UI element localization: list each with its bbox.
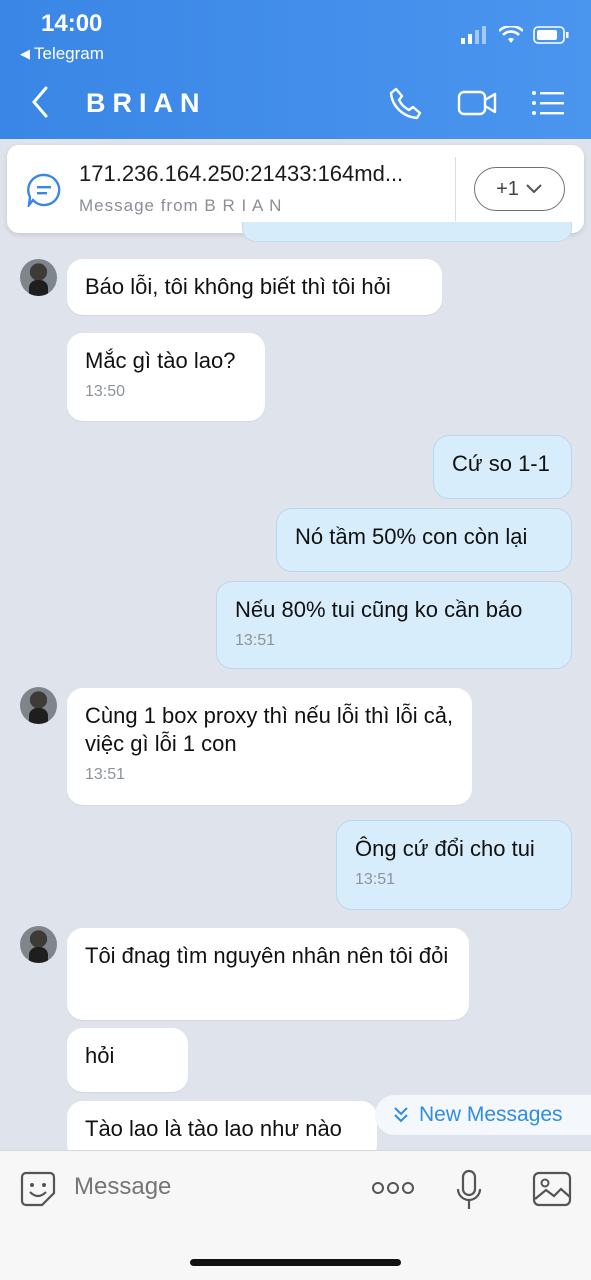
back-app-label: Telegram	[34, 44, 104, 63]
incoming-message[interactable]: hỏi	[67, 1028, 188, 1092]
chevron-down-icon	[526, 184, 542, 194]
avatar[interactable]	[20, 259, 57, 296]
microphone-icon[interactable]	[456, 1169, 482, 1211]
new-messages-label: New Messages	[419, 1103, 563, 1126]
divider	[455, 157, 456, 221]
message-text: Nếu 80% tui cũng ko cần báo	[235, 597, 523, 622]
signal-icon	[461, 26, 486, 44]
battery-icon	[533, 26, 569, 44]
pinned-message-sender: Message from B R I A N	[79, 196, 283, 215]
phone-icon[interactable]	[389, 86, 423, 120]
message-input[interactable]	[74, 1173, 334, 1201]
message-text: Tôi đnag tìm nguyên nhân nên tôi đỏi	[85, 943, 449, 968]
message-text: Cùng 1 box proxy thì nếu lỗi thì lỗi cả,…	[85, 703, 454, 756]
gallery-icon[interactable]	[532, 1171, 572, 1207]
message-bubble-icon	[27, 173, 61, 207]
chat-title[interactable]: BRIAN	[86, 88, 207, 119]
home-indicator	[190, 1259, 401, 1266]
chat-header: 14:00 ◀ Telegram BRIAN	[0, 0, 591, 139]
message-text: Mắc gì tào lao?	[85, 348, 236, 373]
back-to-app-link[interactable]: ◀ Telegram	[20, 44, 104, 64]
new-messages-button[interactable]: New Messages	[375, 1095, 591, 1135]
double-chevron-down-icon	[394, 1107, 408, 1123]
incoming-message[interactable]: Tôi đnag tìm nguyên nhân nên tôi đỏi	[67, 928, 469, 1020]
incoming-message[interactable]: Mắc gì tào lao? 13:50	[67, 333, 265, 421]
message-time: 13:51	[85, 766, 126, 783]
message-text: Tào lao là tào lao như nào	[85, 1116, 342, 1141]
pinned-message-banner[interactable]: 171.236.164.250:21433:164md... Message f…	[7, 145, 584, 233]
message-text: hỏi	[85, 1043, 115, 1068]
sticker-icon[interactable]	[20, 1171, 56, 1207]
message-text: Báo lỗi, tôi không biết thì tôi hỏi	[85, 274, 391, 299]
message-time: 13:50	[85, 383, 126, 400]
incoming-message[interactable]: Cùng 1 box proxy thì nếu lỗi thì lỗi cả,…	[67, 688, 472, 805]
back-triangle-icon: ◀	[20, 46, 30, 61]
menu-list-icon[interactable]	[531, 89, 565, 117]
outgoing-message[interactable]: Cứ so 1-1	[433, 435, 572, 499]
message-text: Nó tầm 50% con còn lại	[295, 524, 528, 549]
outgoing-message[interactable]: Nó tầm 50% con còn lại	[276, 508, 572, 572]
pinned-count: +1	[496, 177, 519, 200]
status-icons	[461, 26, 569, 44]
message-time: 13:51	[355, 871, 396, 888]
header-actions	[389, 86, 565, 120]
back-arrow-icon[interactable]	[30, 84, 50, 120]
wifi-icon	[499, 26, 523, 43]
avatar[interactable]	[20, 687, 57, 724]
message-text: Cứ so 1-1	[452, 451, 550, 476]
pinned-count-button[interactable]: +1	[474, 167, 565, 211]
video-call-icon[interactable]	[457, 89, 497, 117]
status-time: 14:00	[41, 10, 103, 37]
outgoing-message[interactable]: Ông cứ đổi cho tui 13:51	[336, 820, 572, 910]
avatar[interactable]	[20, 926, 57, 963]
more-options-icon[interactable]	[372, 1181, 414, 1195]
outgoing-message[interactable]: Nếu 80% tui cũng ko cần báo 13:51	[216, 581, 572, 669]
incoming-message[interactable]: Báo lỗi, tôi không biết thì tôi hỏi	[67, 259, 442, 315]
message-text: Ông cứ đổi cho tui	[355, 836, 535, 861]
partial-outgoing-bubble	[242, 222, 572, 242]
message-time: 13:51	[235, 632, 276, 649]
pinned-message-text: 171.236.164.250:21433:164md...	[79, 161, 404, 186]
